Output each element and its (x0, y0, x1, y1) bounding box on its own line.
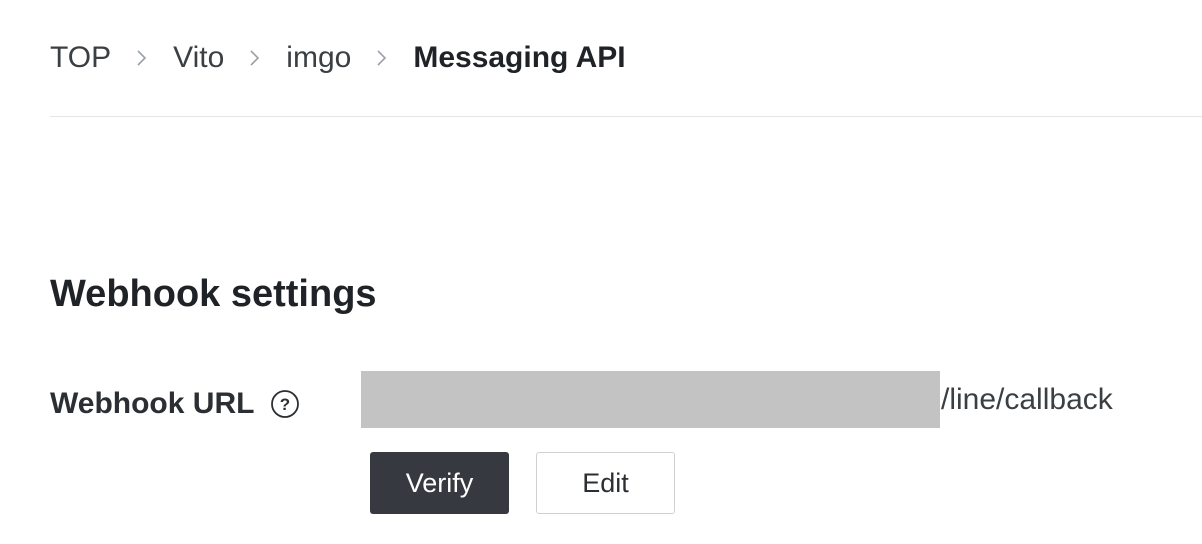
breadcrumb-item-messaging-api: Messaging API (413, 41, 626, 74)
webhook-url-value: /line/callback (361, 371, 1113, 428)
breadcrumb-item-vito[interactable]: Vito (173, 41, 224, 75)
question-circle-icon[interactable]: ? (270, 389, 300, 419)
breadcrumb: TOP Vito imgo Messaging API (50, 36, 626, 80)
svg-text:?: ? (280, 395, 290, 414)
breadcrumb-item-imgo[interactable]: imgo (286, 41, 351, 75)
webhook-url-suffix: /line/callback (941, 382, 1113, 416)
verify-button[interactable]: Verify (370, 452, 509, 514)
redacted-url-block (361, 371, 940, 428)
chevron-right-icon (224, 36, 286, 80)
chevron-right-icon (351, 36, 413, 80)
header-divider (50, 116, 1202, 117)
webhook-url-label: Webhook URL (50, 387, 255, 420)
chevron-right-icon (111, 36, 173, 80)
breadcrumb-item-top[interactable]: TOP (50, 41, 111, 75)
section-title: Webhook settings (50, 273, 377, 315)
edit-button[interactable]: Edit (536, 452, 675, 514)
webhook-url-label-row: Webhook URL ? (50, 382, 300, 426)
